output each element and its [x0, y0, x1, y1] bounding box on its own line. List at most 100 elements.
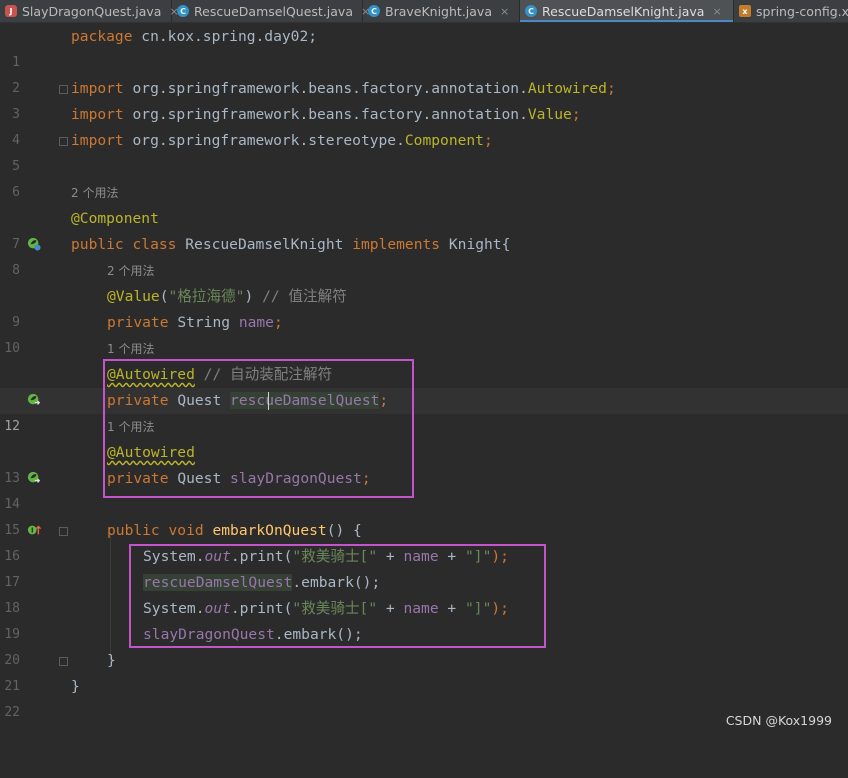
import-path: org.springframework.beans.factory.annota… [123, 106, 528, 123]
close-icon[interactable]: × [712, 5, 721, 18]
code-line[interactable]: 2 [0, 50, 848, 96]
code-line[interactable]: 14 private Quest slayDragonQuest; [0, 466, 848, 512]
keyword: private [107, 470, 169, 487]
autowired-navigate-icon[interactable] [27, 471, 41, 485]
code-line[interactable]: 5 import org.springframework.stereotype.… [0, 128, 848, 174]
usage-hint[interactable]: 2 个用法 [71, 180, 118, 206]
code-line[interactable]: 19 System.out.print("救美骑士[" + name + "]"… [0, 596, 848, 642]
field-name: name [238, 314, 274, 331]
operator: + [377, 600, 404, 617]
string-literal: "格拉海德" [168, 288, 245, 305]
tab-slay-dragon-quest[interactable]: J SlayDragonQuest.java × [0, 0, 179, 22]
tab-label: SlayDragonQuest.java [22, 3, 162, 19]
fold-marker[interactable] [59, 657, 68, 666]
comment: // 自动装配注解符 [203, 366, 333, 383]
code-line[interactable]: 22 } [0, 674, 848, 720]
tab-rescue-damsel-quest[interactable]: C RescueDamselQuest.java × [172, 0, 370, 22]
code-line[interactable]: 21 } [0, 648, 848, 694]
usage-hint[interactable]: 1 个用法 [107, 414, 154, 440]
type-name: Quest [177, 392, 222, 409]
code-line[interactable]: 11 @Autowired // 自动装配注解符 [0, 362, 848, 408]
class-icon: C [177, 5, 189, 17]
line-number: 12 [4, 419, 20, 434]
field-name: rescueDamselQuest [230, 392, 380, 409]
string-literal: "]" [465, 600, 492, 617]
usage-hint[interactable]: 1 个用法 [107, 336, 154, 362]
code-line[interactable]: 3 import org.springframework.beans.facto… [0, 76, 848, 122]
fold-marker[interactable] [59, 527, 68, 536]
string-literal: "救美骑士[" [292, 548, 378, 565]
autowired-navigate-icon[interactable] [27, 393, 41, 407]
semicolon: ; [379, 392, 389, 409]
annotation-class: Value [527, 106, 572, 123]
import-path: org.springframework.stereotype. [123, 132, 405, 149]
svg-text:I: I [31, 527, 34, 535]
code-line[interactable]: 4 import org.springframework.beans.facto… [0, 102, 848, 148]
line-number: 22 [4, 705, 20, 720]
code-editor[interactable]: 1 package cn.kox.spring.day02; 2 3 impor… [0, 23, 848, 736]
annotation: @Autowired [107, 366, 195, 383]
code-line[interactable]: 9 @Value("格拉海德") // 值注解符 [0, 284, 848, 330]
spring-bean-icon[interactable] [27, 237, 41, 251]
tab-label: BraveKnight.java [385, 3, 492, 19]
code-line[interactable]: 13 @Autowired [0, 440, 848, 486]
class-icon: C [368, 5, 380, 17]
code-line[interactable]: 20 slayDragonQuest.embark(); [0, 622, 848, 668]
implements-method-icon[interactable]: I [27, 523, 41, 537]
method-call: .embark(); [274, 626, 363, 643]
fold-marker[interactable] [59, 85, 68, 94]
annotation: @Component [71, 210, 159, 227]
code-line[interactable]: 18 rescueDamselQuest.embark(); [0, 570, 848, 616]
interface-name: Knight{ [448, 236, 511, 253]
usage-hint[interactable]: 2 个用法 [107, 258, 154, 284]
annotation: @Autowired [107, 444, 195, 461]
semicolon: ; [361, 470, 371, 487]
tab-label: spring-config.xml [756, 3, 848, 19]
keyword: import [71, 132, 124, 149]
class-name: RescueDamselKnight [185, 236, 344, 253]
line-number: 6 [12, 185, 20, 200]
type-name: Quest [177, 470, 222, 487]
keyword: private [107, 392, 169, 409]
keyword: implements [352, 236, 441, 253]
keyword: package [71, 28, 133, 45]
code-line[interactable]: 7 @Component [0, 206, 848, 252]
field-name: name [403, 548, 439, 565]
tab-label: RescueDamselKnight.java [542, 3, 705, 19]
line-number: 8 [12, 263, 20, 278]
annotation-class: Component [404, 132, 484, 149]
paren: ( [159, 288, 169, 305]
tab-rescue-damsel-knight[interactable]: C RescueDamselKnight.java × [520, 0, 734, 22]
operator: + [438, 600, 465, 617]
static-field: out [204, 600, 231, 617]
import-path: org.springframework.beans.factory.annota… [123, 80, 528, 97]
keyword: void [168, 522, 204, 539]
fold-marker[interactable] [59, 137, 68, 146]
java-class-icon: J [5, 5, 17, 17]
annotation-class: Autowired [527, 80, 607, 97]
code-line[interactable]: 1 package cn.kox.spring.day02; [0, 24, 848, 70]
code-line[interactable]: 8 public class RescueDamselKnight implem… [0, 232, 848, 278]
keyword: class [132, 236, 177, 253]
keyword: private [107, 314, 169, 331]
method-call: .print( [230, 600, 293, 617]
class-ref: System. [143, 548, 205, 565]
code-line[interactable]: 15 [0, 492, 848, 538]
tab-brave-knight[interactable]: C BraveKnight.java × [363, 0, 520, 22]
method-paren: () { [326, 522, 362, 539]
keyword: import [71, 106, 124, 123]
code-line[interactable]: 16 I public void embarkOnQuest() { [0, 518, 848, 564]
comment: // 值注解符 [262, 288, 347, 305]
close-icon[interactable]: × [500, 5, 509, 18]
brace: } [71, 678, 80, 695]
code-line[interactable]: 10 private String name; [0, 310, 848, 356]
semicolon: ; [606, 80, 616, 97]
code-line[interactable]: 6 [0, 154, 848, 200]
keyword: public [107, 522, 160, 539]
code-line[interactable]: 17 System.out.print("救美骑士[" + name + "]"… [0, 544, 848, 590]
tab-spring-config[interactable]: x spring-config.xml [734, 0, 848, 22]
code-line-current[interactable]: 12 private Quest rescueDamselQuest; [0, 388, 848, 434]
field-name: slayDragonQuest [143, 626, 275, 643]
paren: ); [491, 600, 509, 617]
method-call: .embark(); [292, 574, 381, 591]
